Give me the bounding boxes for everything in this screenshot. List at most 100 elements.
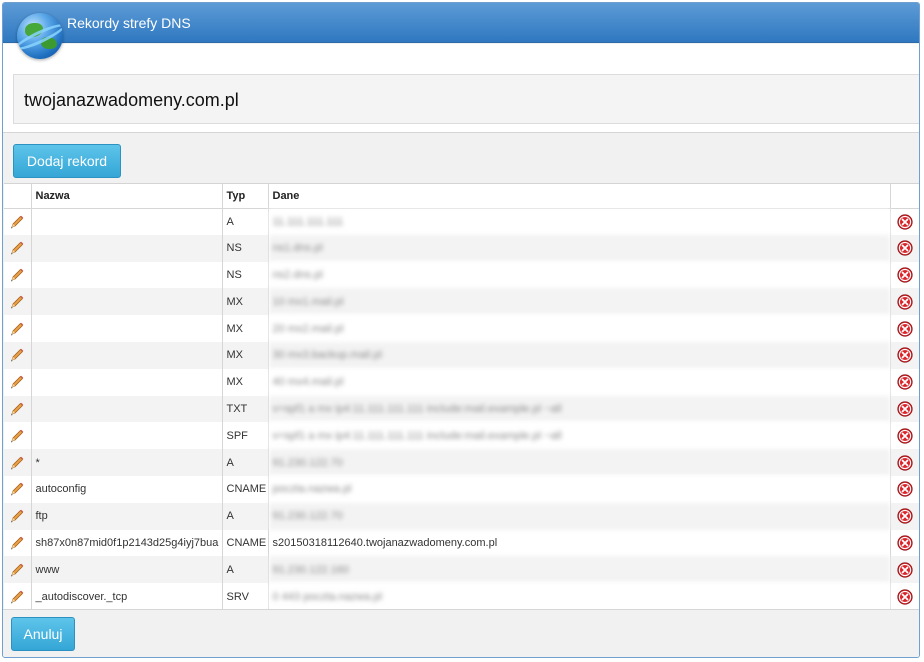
pencil-icon[interactable] — [9, 347, 25, 363]
pencil-icon[interactable] — [9, 508, 25, 524]
pencil-icon[interactable] — [9, 562, 25, 578]
pencil-icon[interactable] — [9, 481, 25, 497]
domain-name: twojanazwadomeny.com.pl — [24, 90, 239, 110]
pencil-icon[interactable] — [9, 267, 25, 283]
record-name: * — [31, 449, 223, 476]
delete-cell[interactable] — [890, 341, 919, 369]
delete-icon[interactable] — [897, 374, 913, 390]
edit-cell[interactable] — [4, 341, 32, 369]
pencil-icon[interactable] — [9, 589, 25, 605]
pencil-icon[interactable] — [9, 401, 25, 417]
delete-cell[interactable] — [890, 395, 919, 423]
edit-cell[interactable] — [4, 502, 32, 530]
edit-cell[interactable] — [4, 261, 32, 289]
record-data: 91.230.122.160 — [268, 556, 891, 584]
pencil-icon[interactable] — [9, 374, 25, 390]
record-data: 30 mx3.backup.mail.pl — [268, 341, 891, 369]
pencil-icon[interactable] — [9, 214, 25, 230]
delete-icon[interactable] — [897, 562, 913, 578]
delete-icon[interactable] — [897, 267, 913, 283]
delete-cell[interactable] — [890, 208, 919, 235]
header-data: Dane — [268, 184, 891, 209]
table-row: autoconfig CNAME poczta.nazwa.pl — [4, 475, 919, 503]
pencil-icon[interactable] — [9, 428, 25, 444]
record-data: 40 mx4.mail.pl — [268, 368, 891, 396]
edit-cell[interactable] — [4, 288, 32, 316]
record-name: www — [31, 556, 223, 584]
delete-cell[interactable] — [890, 556, 919, 584]
delete-icon[interactable] — [897, 214, 913, 230]
table-header-row: Nazwa Typ Dane — [4, 184, 919, 209]
record-type: CNAME — [222, 529, 269, 557]
delete-cell[interactable] — [890, 449, 919, 476]
delete-icon[interactable] — [897, 588, 913, 605]
pencil-icon[interactable] — [9, 240, 25, 256]
delete-cell[interactable] — [890, 315, 919, 342]
edit-cell[interactable] — [4, 234, 32, 262]
delete-cell[interactable] — [890, 288, 919, 316]
record-type: A — [222, 208, 269, 235]
record-type: TXT — [222, 395, 269, 423]
record-name: sh87x0n87mid0f1p2143d25g4iyj7bua — [31, 529, 223, 557]
record-name: _autodiscover._tcp — [31, 583, 223, 610]
table-row: sh87x0n87mid0f1p2143d25g4iyj7bua CNAME s20… — [4, 529, 919, 557]
edit-cell[interactable] — [4, 475, 32, 503]
delete-icon[interactable] — [897, 535, 913, 551]
header-name: Nazwa — [31, 184, 223, 209]
pencil-icon[interactable] — [9, 321, 25, 337]
table-row: NS ns2.dns.pl — [4, 261, 919, 289]
pencil-icon[interactable] — [9, 535, 25, 551]
delete-icon[interactable] — [897, 508, 913, 524]
record-name: ftp — [31, 502, 223, 530]
edit-cell[interactable] — [4, 315, 32, 342]
header-type: Typ — [222, 184, 269, 209]
delete-cell[interactable] — [890, 475, 919, 503]
delete-icon[interactable] — [897, 401, 913, 417]
delete-cell[interactable] — [890, 422, 919, 450]
edit-cell[interactable] — [4, 368, 32, 396]
record-type: CNAME — [222, 475, 269, 503]
delete-icon[interactable] — [897, 240, 913, 256]
edit-cell[interactable] — [4, 556, 32, 584]
pencil-icon[interactable] — [9, 455, 25, 471]
record-type: MX — [222, 341, 269, 369]
domain-name-box: twojanazwadomeny.com.pl — [13, 74, 919, 124]
record-type: A — [222, 449, 269, 476]
delete-cell[interactable] — [890, 234, 919, 262]
record-type: NS — [222, 261, 269, 289]
table-row: www A 91.230.122.160 — [4, 556, 919, 584]
edit-cell[interactable] — [4, 449, 32, 476]
record-name — [31, 315, 223, 342]
delete-icon[interactable] — [897, 294, 913, 310]
add-record-button[interactable]: Dodaj rekord — [13, 144, 121, 178]
delete-icon[interactable] — [897, 454, 913, 471]
edit-cell[interactable] — [4, 395, 32, 423]
record-name — [31, 234, 223, 262]
edit-cell[interactable] — [4, 208, 32, 235]
record-type: MX — [222, 368, 269, 396]
delete-icon[interactable] — [897, 428, 913, 444]
record-data: 10 mx1.mail.pl — [268, 288, 891, 316]
delete-cell[interactable] — [890, 261, 919, 289]
domain-header: twojanazwadomeny.com.pl — [3, 44, 919, 133]
pencil-icon[interactable] — [9, 294, 25, 310]
record-type: A — [222, 502, 269, 530]
delete-icon[interactable] — [897, 347, 913, 363]
table-row: A 11.111.111.111 — [4, 208, 919, 235]
dns-records-table: Nazwa Typ Dane A 11.111.111.111 NS ns1.dns.… — [4, 183, 919, 610]
record-data: s20150318112640.twojanazwadomeny.com.pl — [268, 529, 891, 557]
edit-cell[interactable] — [4, 583, 32, 610]
cancel-button[interactable]: Anuluj — [11, 617, 75, 651]
edit-cell[interactable] — [4, 529, 32, 557]
delete-cell[interactable] — [890, 583, 919, 610]
table-row: * A 91.230.122.70 — [4, 449, 919, 476]
record-type: SRV — [222, 583, 269, 610]
delete-cell[interactable] — [890, 502, 919, 530]
delete-cell[interactable] — [890, 529, 919, 557]
delete-icon[interactable] — [897, 320, 913, 337]
record-data: ns2.dns.pl — [268, 261, 891, 289]
delete-icon[interactable] — [897, 481, 913, 497]
edit-cell[interactable] — [4, 422, 32, 450]
record-name — [31, 261, 223, 289]
delete-cell[interactable] — [890, 368, 919, 396]
